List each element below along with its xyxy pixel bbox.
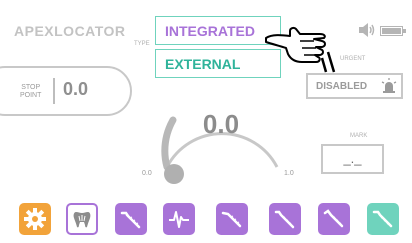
apex-graph-icon	[169, 211, 189, 228]
apex-graph-button[interactable]	[163, 203, 195, 235]
endo-file-icon	[274, 210, 295, 229]
endo-file-button-4[interactable]	[318, 203, 350, 235]
alarm-light-icon	[381, 78, 397, 93]
mark-label: MARK	[350, 133, 368, 139]
urgent-value: DISABLED	[316, 81, 368, 92]
endo-file-button-1[interactable]	[115, 203, 147, 235]
urgent-toggle[interactable]: DISABLED	[306, 73, 403, 99]
endo-file-button-3[interactable]	[269, 203, 301, 235]
gauge-value: 0.0	[202, 109, 240, 139]
gauge-max-label: 1.0	[284, 170, 294, 177]
urgent-label: URGENT	[340, 56, 366, 62]
endo-file-icon	[372, 210, 393, 228]
endo-file-icon	[221, 211, 242, 228]
apexlocator-screen: APEXLOCATOR TYPE INTEGRATED EXTERNAL STO…	[0, 0, 412, 243]
mark-value: _._	[343, 151, 362, 166]
bottom-toolbar	[0, 195, 412, 243]
gauge-min-label: 0.0	[142, 170, 152, 177]
mark-field[interactable]: _._	[321, 144, 384, 174]
stop-point-value: 0.0	[63, 79, 89, 99]
endo-file-icon	[120, 211, 141, 229]
battery-icon	[380, 26, 406, 36]
type-label: TYPE	[134, 41, 150, 47]
gauge-indicator	[164, 164, 184, 184]
tooth-button[interactable]	[66, 203, 98, 235]
settings-button[interactable]	[19, 203, 51, 235]
tooth-icon	[73, 212, 91, 228]
endo-file-icon	[323, 209, 344, 228]
endo-file-button-5[interactable]	[367, 203, 399, 235]
gear-icon	[24, 208, 46, 230]
stop-point-control[interactable]: STOP POINT 0.0	[0, 66, 132, 116]
pointing-hand-cursor-icon	[265, 26, 336, 73]
endo-file-button-2[interactable]	[216, 203, 248, 235]
stop-point-label: STOP POINT	[20, 84, 42, 99]
stop-point-divider	[53, 78, 55, 104]
app-title: APEXLOCATOR	[14, 23, 126, 39]
speaker-icon[interactable]	[357, 22, 375, 38]
